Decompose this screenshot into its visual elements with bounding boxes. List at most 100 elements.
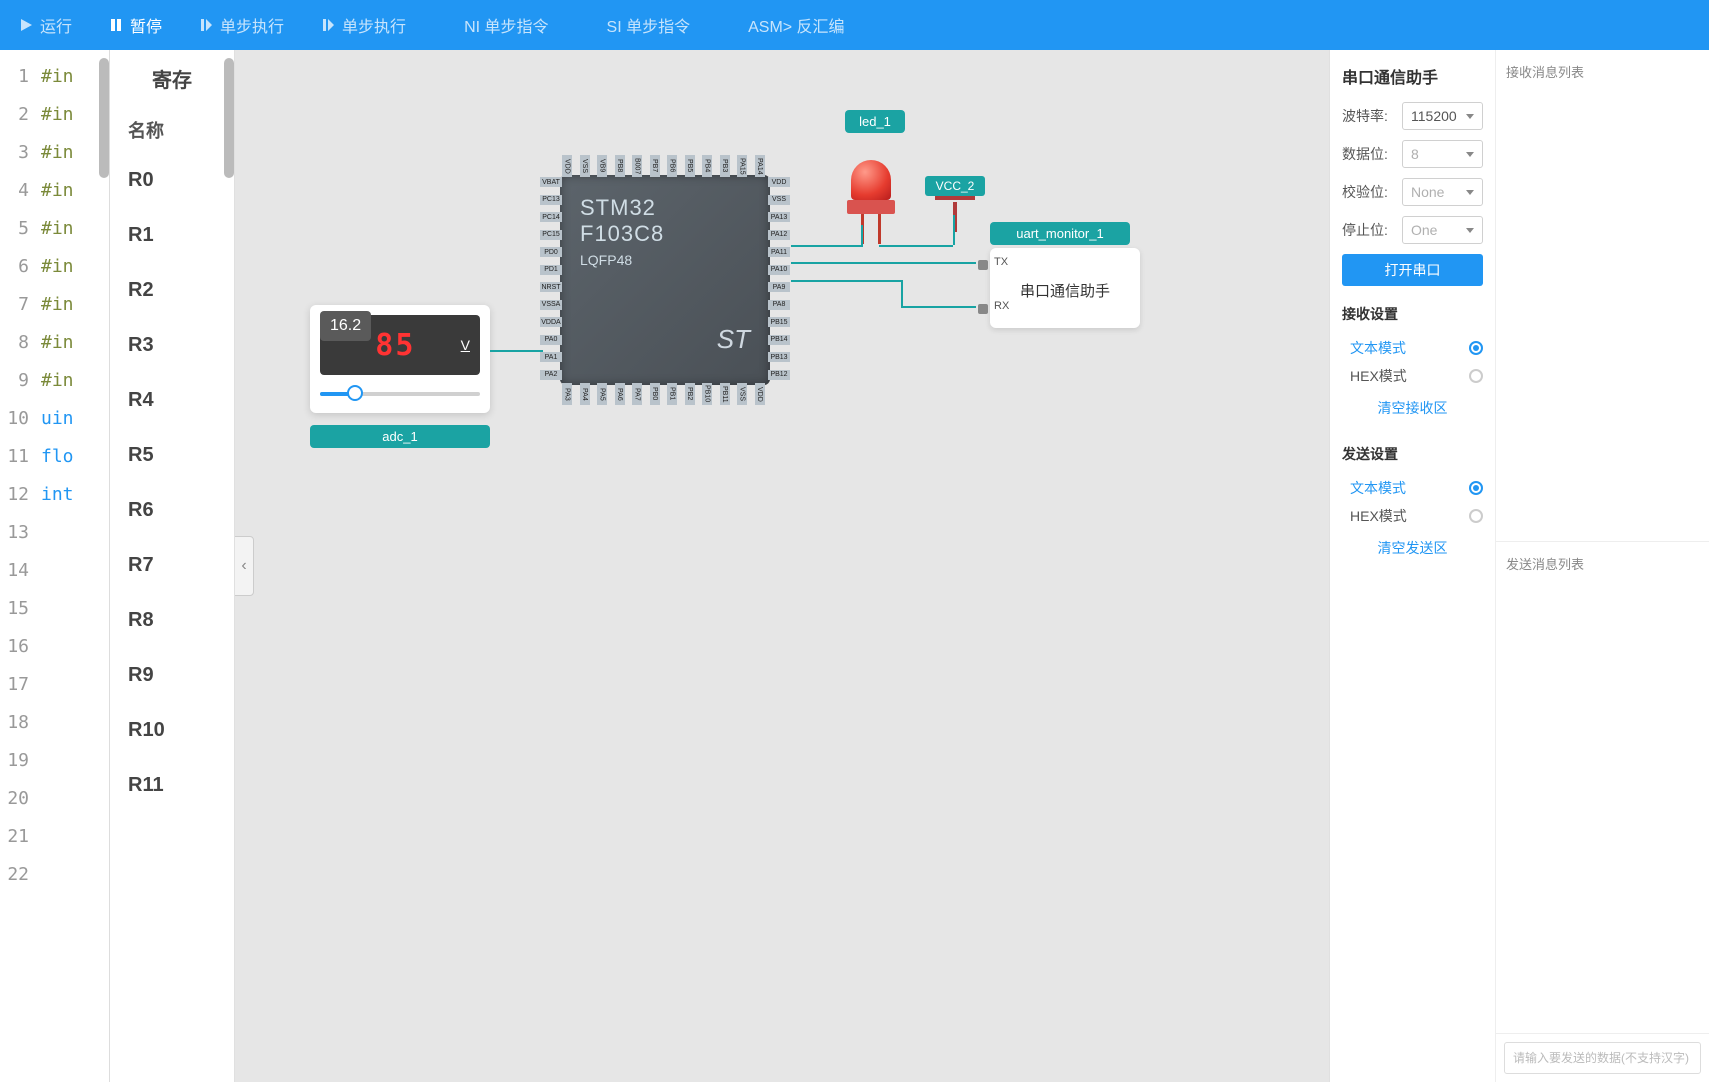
chip-pin-PA12[interactable]: PA12 <box>768 230 790 240</box>
chip-pin-PB5[interactable]: PB5 <box>685 155 695 177</box>
chip-pin-PB6[interactable]: PB6 <box>667 155 677 177</box>
rx-mode-hex-radio[interactable] <box>1469 369 1483 383</box>
chip-pin-VB9[interactable]: VB9 <box>597 155 607 177</box>
chip-pin-PA4[interactable]: PA4 <box>580 383 590 405</box>
chip-pin-VSSA[interactable]: VSSA <box>540 300 562 310</box>
register-row[interactable]: R2 <box>110 263 234 318</box>
tx-mode-hex-radio[interactable] <box>1469 509 1483 523</box>
chip-pin-PC15[interactable]: PC15 <box>540 230 562 240</box>
chip-pin-VDD[interactable]: VDD <box>562 155 572 177</box>
register-row[interactable]: R10 <box>110 703 234 758</box>
chip-pin-PD0[interactable]: PD0 <box>540 247 562 257</box>
baud-select[interactable]: 115200 <box>1402 102 1483 130</box>
tx-message-area[interactable] <box>1496 579 1709 1034</box>
chip-pin-B007[interactable]: B007 <box>632 155 642 177</box>
chip-pin-PB7[interactable]: PB7 <box>650 155 660 177</box>
code-line[interactable]: #in <box>41 362 109 400</box>
chip-pin-PA5[interactable]: PA5 <box>597 383 607 405</box>
chip-pin-PB15[interactable]: PB15 <box>768 317 790 327</box>
chip-pin-PA8[interactable]: PA8 <box>768 300 790 310</box>
chip-pin-PA13[interactable]: PA13 <box>768 212 790 222</box>
toolbar-stepsi[interactable]: SI 单步指令 <box>577 9 699 41</box>
chip-pin-PA2[interactable]: PA2 <box>540 370 562 380</box>
chip-pin-VBAT[interactable]: VBAT <box>540 177 562 187</box>
register-row[interactable]: R0 <box>110 153 234 208</box>
code-line[interactable]: #in <box>41 172 109 210</box>
chip-pin-VDDA[interactable]: VDDA <box>540 317 562 327</box>
register-row[interactable]: R5 <box>110 428 234 483</box>
code-line[interactable]: #in <box>41 324 109 362</box>
chip-pin-PA6[interactable]: PA6 <box>615 383 625 405</box>
chip-pin-PB3[interactable]: PB3 <box>720 155 730 177</box>
rx-mode-hex-label[interactable]: HEX模式 <box>1350 366 1407 386</box>
adc-slider-thumb[interactable] <box>347 385 363 401</box>
register-row[interactable]: R4 <box>110 373 234 428</box>
code-line[interactable]: uin <box>41 400 109 438</box>
register-row[interactable]: R1 <box>110 208 234 263</box>
chip-pin-VSS[interactable]: VSS <box>768 195 790 205</box>
editor-scrollbar[interactable] <box>99 58 109 178</box>
chip-pin-PA10[interactable]: PA10 <box>768 265 790 275</box>
tx-mode-hex-label[interactable]: HEX模式 <box>1350 506 1407 526</box>
uart-monitor-label[interactable]: uart_monitor_1 <box>990 222 1130 245</box>
code-editor[interactable]: 12345678910111213141516171819202122 #in#… <box>0 50 110 1082</box>
toolbar-stepni[interactable]: NI 单步指令 <box>434 9 556 41</box>
chip-pin-PA9[interactable]: PA9 <box>768 282 790 292</box>
chip-pin-PB10[interactable]: PB10 <box>702 383 712 405</box>
vcc-component[interactable]: VCC_2 <box>925 176 985 232</box>
uart-monitor-block[interactable]: TX RX 串口通信助手 <box>990 248 1140 328</box>
led-label[interactable]: led_1 <box>845 110 905 133</box>
chip-pin-PB11[interactable]: PB11 <box>720 383 730 405</box>
chip-pin-PB1[interactable]: PB1 <box>667 383 677 405</box>
register-row[interactable]: R3 <box>110 318 234 373</box>
toolbar-asm[interactable]: ASM> 反汇编 <box>718 9 852 41</box>
adc-label[interactable]: adc_1 <box>310 425 490 448</box>
chip-pin-NRST[interactable]: NRST <box>540 282 562 292</box>
chip-pin-PA0[interactable]: PA0 <box>540 335 562 345</box>
chip-pin-PA11[interactable]: PA11 <box>768 247 790 257</box>
clear-tx-button[interactable]: 清空发送区 <box>1342 530 1483 566</box>
toolbar-step1[interactable]: 单步执行 <box>190 9 292 41</box>
adc-slider[interactable] <box>320 385 480 403</box>
chip-pin-PA1[interactable]: PA1 <box>540 352 562 362</box>
chip-pin-PC14[interactable]: PC14 <box>540 212 562 222</box>
chip-pin-PB13[interactable]: PB13 <box>768 352 790 362</box>
code-line[interactable]: #in <box>41 210 109 248</box>
rx-mode-text-radio[interactable] <box>1469 341 1483 355</box>
chip-pin-PA14[interactable]: PA14 <box>755 155 765 177</box>
register-row[interactable]: R9 <box>110 648 234 703</box>
adc-component[interactable]: 16.2 85 V <box>310 305 490 413</box>
chip-pin-PB4[interactable]: PB4 <box>702 155 712 177</box>
chip-pin-PD1[interactable]: PD1 <box>540 265 562 275</box>
register-row[interactable]: R11 <box>110 758 234 813</box>
mcu-chip[interactable]: STM32 F103C8 LQFP48 ST VBATPC13PC14PC15P… <box>540 155 790 405</box>
chip-pin-PB12[interactable]: PB12 <box>768 370 790 380</box>
tx-mode-text-radio[interactable] <box>1469 481 1483 495</box>
rx-mode-text-label[interactable]: 文本模式 <box>1350 338 1406 358</box>
chip-pin-PA15[interactable]: PA15 <box>737 155 747 177</box>
registers-scrollbar[interactable] <box>224 58 234 178</box>
chip-pin-VDD[interactable]: VDD <box>755 383 765 405</box>
code-line[interactable]: #in <box>41 248 109 286</box>
toolbar-run[interactable]: 运行 <box>10 9 80 41</box>
toolbar-step2[interactable]: 单步执行 <box>312 9 414 41</box>
clear-rx-button[interactable]: 清空接收区 <box>1342 390 1483 426</box>
chip-pin-PB8[interactable]: PB8 <box>615 155 625 177</box>
tx-input[interactable] <box>1504 1042 1701 1074</box>
rx-message-area[interactable] <box>1496 87 1709 542</box>
chip-pin-PA7[interactable]: PA7 <box>632 383 642 405</box>
collapse-left-handle[interactable]: ‹ <box>235 536 254 596</box>
chip-pin-VSS[interactable]: VSS <box>737 383 747 405</box>
chip-pin-PB2[interactable]: PB2 <box>685 383 695 405</box>
register-row[interactable]: R6 <box>110 483 234 538</box>
chip-pin-VDD[interactable]: VDD <box>768 177 790 187</box>
toolbar-pause[interactable]: 暂停 <box>100 9 170 41</box>
parity-select[interactable]: None <box>1402 178 1483 206</box>
stopbits-select[interactable]: One <box>1402 216 1483 244</box>
code-line[interactable]: flo <box>41 438 109 476</box>
code-line[interactable]: #in <box>41 286 109 324</box>
chip-pin-PB0[interactable]: PB0 <box>650 383 660 405</box>
register-row[interactable]: R7 <box>110 538 234 593</box>
led-component[interactable] <box>843 160 899 236</box>
simulation-canvas[interactable]: ‹ 16.2 85 V adc_1 STM32 F103C8 LQFP48 <box>235 50 1329 1082</box>
